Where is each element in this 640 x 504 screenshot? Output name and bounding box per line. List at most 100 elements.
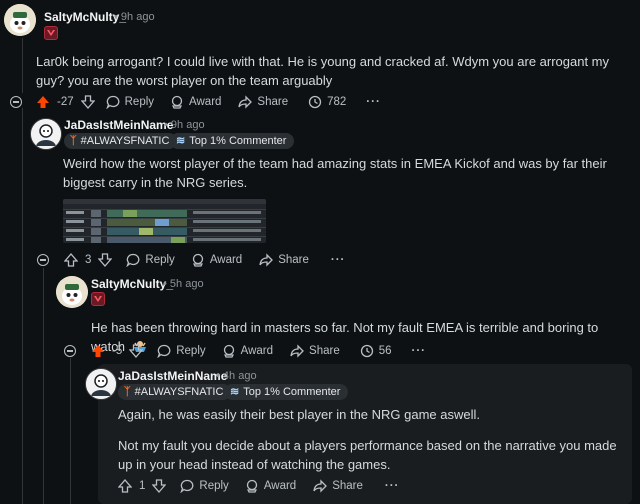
downvote-icon[interactable] bbox=[129, 344, 144, 358]
separator-dot: • bbox=[163, 278, 167, 290]
reply-button[interactable]: Reply bbox=[126, 253, 175, 267]
team-flair: ᛉ #ALWAYSFNATIC bbox=[118, 384, 232, 400]
award-button[interactable]: Award bbox=[191, 253, 242, 267]
upvote-icon[interactable] bbox=[91, 344, 105, 358]
comment-meta: • 9h ago bbox=[164, 119, 205, 131]
avatar[interactable] bbox=[85, 368, 117, 400]
avatar[interactable] bbox=[4, 4, 36, 36]
award-button[interactable]: Award bbox=[170, 95, 221, 109]
comment-body-paragraph: Not my fault you decide about a players … bbox=[118, 438, 617, 472]
more-icon[interactable]: ··· bbox=[412, 345, 427, 357]
comment-time: 9h ago bbox=[120, 11, 155, 23]
upvote-icon[interactable] bbox=[118, 479, 132, 493]
valorant-flair-icon bbox=[44, 26, 58, 40]
reply-label: Reply bbox=[199, 480, 229, 492]
reply-button[interactable]: Reply bbox=[180, 479, 229, 493]
reply-button[interactable]: Reply bbox=[105, 95, 155, 109]
awards-count: 56 bbox=[378, 345, 392, 357]
comment-body: Lar0k being arrogant? I could live with … bbox=[36, 54, 610, 88]
share-button[interactable]: Share bbox=[290, 344, 340, 358]
separator-dot: • bbox=[216, 370, 220, 382]
upvote-icon[interactable] bbox=[64, 253, 78, 267]
collapse-icon[interactable] bbox=[64, 345, 76, 357]
share-icon bbox=[290, 344, 304, 358]
more-icon[interactable]: ··· bbox=[331, 254, 346, 266]
reply-label: Reply bbox=[145, 254, 175, 266]
collapse-icon[interactable] bbox=[37, 254, 49, 266]
reply-icon bbox=[157, 344, 171, 358]
share-icon bbox=[238, 95, 253, 109]
award-label: Award bbox=[263, 480, 297, 492]
share-label: Share bbox=[278, 254, 309, 266]
comment-author[interactable]: JaDasIstMeinName bbox=[118, 369, 227, 383]
award-icon bbox=[246, 479, 257, 493]
vote-count: -27 bbox=[57, 96, 74, 108]
award-button[interactable]: Award bbox=[222, 344, 273, 358]
awards-count-button[interactable]: 782 bbox=[308, 95, 346, 109]
comment-time: 9h ago bbox=[170, 119, 205, 131]
thread-line-level-2[interactable] bbox=[70, 358, 71, 504]
valorant-flair-icon bbox=[91, 292, 105, 306]
avatar[interactable] bbox=[56, 276, 88, 308]
downvote-icon[interactable] bbox=[98, 253, 113, 267]
fnatic-icon: ᛉ bbox=[124, 386, 131, 398]
comment-author[interactable]: SaltyMcNulty_ bbox=[91, 277, 173, 291]
separator-dot: • bbox=[164, 119, 168, 131]
downvote-icon[interactable] bbox=[152, 479, 167, 493]
separator-dot: • bbox=[114, 11, 118, 23]
comment-meta: • 5h ago bbox=[163, 278, 204, 290]
awards-count-button[interactable]: 56 bbox=[360, 344, 392, 358]
comment-body-paragraph: Again, he was easily their best player i… bbox=[118, 407, 481, 422]
vote-count: -5 bbox=[112, 345, 123, 357]
fnatic-icon: ᛉ bbox=[70, 135, 77, 147]
award-label: Award bbox=[240, 345, 274, 357]
reply-label: Reply bbox=[124, 96, 155, 108]
thread-line-level-1[interactable] bbox=[43, 268, 44, 504]
awards-clock-icon bbox=[308, 95, 322, 109]
awards-clock-icon bbox=[360, 344, 373, 358]
stats-image[interactable] bbox=[63, 199, 266, 243]
thread-line-level-0-cont[interactable] bbox=[22, 108, 23, 504]
share-button[interactable]: Share bbox=[238, 95, 288, 109]
comment-actions: -5 Reply Award Share 56 ··· bbox=[91, 341, 426, 361]
collapse-icon[interactable] bbox=[10, 96, 22, 108]
upvote-icon[interactable] bbox=[36, 95, 50, 109]
downvote-icon[interactable] bbox=[80, 95, 95, 109]
share-label: Share bbox=[332, 480, 363, 492]
share-icon bbox=[313, 479, 328, 493]
comment-meta: • 9h ago bbox=[114, 11, 155, 23]
comment-time: 4h ago bbox=[222, 370, 257, 382]
top-commenter-icon: ≋ bbox=[230, 386, 240, 398]
comment-author[interactable]: JaDasIstMeinName bbox=[64, 118, 173, 132]
award-label: Award bbox=[209, 254, 243, 266]
award-icon bbox=[223, 344, 234, 358]
more-icon[interactable]: ··· bbox=[385, 480, 400, 492]
share-icon bbox=[259, 253, 274, 267]
vote-count: 3 bbox=[85, 254, 92, 266]
award-icon bbox=[192, 253, 203, 267]
award-icon bbox=[171, 95, 183, 109]
reply-icon bbox=[126, 253, 140, 267]
awards-count: 782 bbox=[327, 96, 347, 108]
share-button[interactable]: Share bbox=[313, 479, 363, 493]
avatar[interactable] bbox=[30, 118, 62, 150]
top-commenter-badge: ≋ Top 1% Commenter bbox=[170, 133, 295, 149]
vote-count: 1 bbox=[139, 480, 146, 492]
comment-meta: • 4h ago bbox=[216, 370, 257, 382]
comment-actions: 3 Reply Award Share ··· bbox=[64, 250, 345, 270]
comment-body: Weird how the worst player of the team h… bbox=[63, 156, 607, 190]
top-commenter-badge: ≋ Top 1% Commenter bbox=[224, 384, 349, 400]
share-button[interactable]: Share bbox=[259, 253, 309, 267]
comment-actions: 1 Reply Award Share ··· bbox=[118, 476, 399, 496]
team-flair: ᛉ #ALWAYSFNATIC bbox=[64, 133, 178, 149]
reply-label: Reply bbox=[176, 345, 206, 357]
award-button[interactable]: Award bbox=[245, 479, 296, 493]
award-label: Award bbox=[189, 96, 222, 108]
more-icon[interactable]: ··· bbox=[366, 96, 381, 108]
reply-button[interactable]: Reply bbox=[157, 344, 206, 358]
comment-actions: -27 Reply Award Share 782 ··· bbox=[36, 92, 381, 112]
share-label: Share bbox=[257, 96, 289, 108]
comment-time: 5h ago bbox=[169, 278, 204, 290]
thread-line-level-0[interactable] bbox=[22, 38, 23, 93]
reply-icon bbox=[105, 95, 120, 109]
